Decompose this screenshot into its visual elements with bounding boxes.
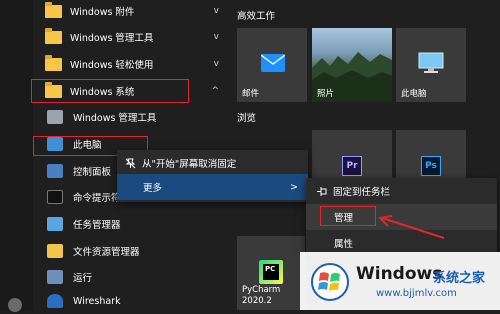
task-manager-icon bbox=[47, 217, 63, 231]
list-item-label: 命令提示符 bbox=[73, 193, 121, 204]
control-panel-icon bbox=[47, 164, 63, 178]
file-explorer-icon bbox=[47, 244, 63, 258]
list-item-label: Windows 管理工具 bbox=[73, 113, 157, 124]
tile-label: 此电脑 bbox=[401, 89, 427, 99]
pycharm-icon-text: PC bbox=[263, 264, 279, 280]
tile-label: 邮件 bbox=[242, 89, 260, 99]
watermark-brand: Windows bbox=[356, 264, 443, 284]
list-item-label: 文件资源管理器 bbox=[73, 247, 140, 258]
wireshark-icon bbox=[47, 294, 63, 308]
windows-logo-icon bbox=[311, 263, 349, 301]
list-item-label: 任务管理器 bbox=[73, 220, 121, 231]
start-left-rail bbox=[0, 0, 33, 312]
menu-item-unpin-from-start[interactable]: 从"开始"屏幕取消固定 bbox=[117, 150, 308, 176]
watermark-site-name: 系统之家 bbox=[433, 271, 486, 286]
tile-label-line1: PyCharm bbox=[242, 285, 281, 295]
tile-photoshop[interactable]: Ps bbox=[396, 130, 466, 180]
tile-label: PyCharm 2020.2 bbox=[242, 285, 280, 307]
photoshop-icon: Ps bbox=[421, 156, 441, 176]
list-item-run[interactable]: 运行 bbox=[33, 264, 231, 290]
admin-tools-icon bbox=[47, 110, 63, 124]
unpin-icon bbox=[125, 158, 136, 168]
annotation-arrow-icon bbox=[377, 215, 445, 239]
list-item-wireshark[interactable]: Wireshark bbox=[33, 288, 231, 314]
list-item-task-manager[interactable]: 任务管理器 bbox=[33, 211, 231, 237]
list-item-label: Wireshark bbox=[73, 295, 121, 307]
menu-item-more[interactable]: 更多 > bbox=[117, 174, 308, 200]
tile-group-title-productivity: 高效工作 bbox=[237, 11, 276, 22]
list-item-windows-ease-of-access[interactable]: Windows 轻松使用 v bbox=[33, 51, 231, 77]
premiere-icon: Pr bbox=[342, 156, 362, 176]
mail-icon bbox=[261, 54, 285, 72]
menu-item-label: 固定到任务栏 bbox=[333, 187, 391, 198]
list-item-file-explorer[interactable]: 文件资源管理器 bbox=[33, 238, 231, 264]
watermark-url: www.bjjmlv.com bbox=[376, 288, 457, 299]
menu-item-label: 属性 bbox=[334, 239, 354, 250]
chevron-down-icon: v bbox=[213, 59, 219, 69]
menu-item-label: 更多 bbox=[143, 183, 163, 194]
list-item-label: Windows 管理工具 bbox=[70, 33, 154, 44]
menu-item-label: 从"开始"屏幕取消固定 bbox=[142, 159, 237, 170]
folder-icon bbox=[45, 27, 62, 44]
tile-pycharm[interactable]: PC PyCharm 2020.2 bbox=[237, 236, 305, 310]
list-item-windows-accessories[interactable]: Windows 附件 v bbox=[33, 0, 231, 24]
computer-icon bbox=[418, 52, 444, 73]
tile-photos[interactable]: 照片 bbox=[312, 28, 392, 102]
tile-mail[interactable]: 邮件 bbox=[237, 28, 307, 102]
terminal-icon bbox=[47, 190, 63, 204]
list-item-label: Windows 轻松使用 bbox=[70, 60, 154, 71]
watermark: Windows 系统之家 www.bjjmlv.com bbox=[300, 252, 500, 310]
tile-this-pc[interactable]: 此电脑 bbox=[396, 28, 466, 102]
list-item-label: 控制面板 bbox=[73, 167, 112, 178]
chevron-down-icon: v bbox=[213, 32, 219, 42]
highlight-manage bbox=[320, 206, 376, 226]
list-item-label: 运行 bbox=[73, 273, 93, 284]
chevron-down-icon: v bbox=[213, 6, 219, 16]
highlight-windows-system bbox=[31, 79, 189, 103]
tile-label-line2: 2020.2 bbox=[242, 296, 272, 306]
folder-icon bbox=[45, 54, 62, 71]
chevron-up-icon: ^ bbox=[211, 86, 219, 96]
pin-icon bbox=[317, 186, 327, 196]
pycharm-icon: PC bbox=[259, 260, 283, 284]
list-item-windows-admin-tools-folder[interactable]: Windows 管理工具 v bbox=[33, 24, 231, 50]
tile-group-title-browse: 浏览 bbox=[237, 113, 257, 124]
folder-icon bbox=[45, 1, 62, 18]
menu-item-pin-to-taskbar[interactable]: 固定到任务栏 bbox=[306, 178, 497, 204]
run-icon bbox=[47, 270, 63, 284]
tile-premiere[interactable]: Pr bbox=[312, 130, 392, 180]
chevron-right-icon: > bbox=[290, 181, 298, 193]
list-item-label: Windows 附件 bbox=[70, 7, 135, 18]
tile-label: 照片 bbox=[317, 89, 335, 99]
list-item-admin-tools-app[interactable]: Windows 管理工具 bbox=[33, 104, 231, 130]
context-menu: 从"开始"屏幕取消固定 更多 > bbox=[117, 150, 308, 202]
